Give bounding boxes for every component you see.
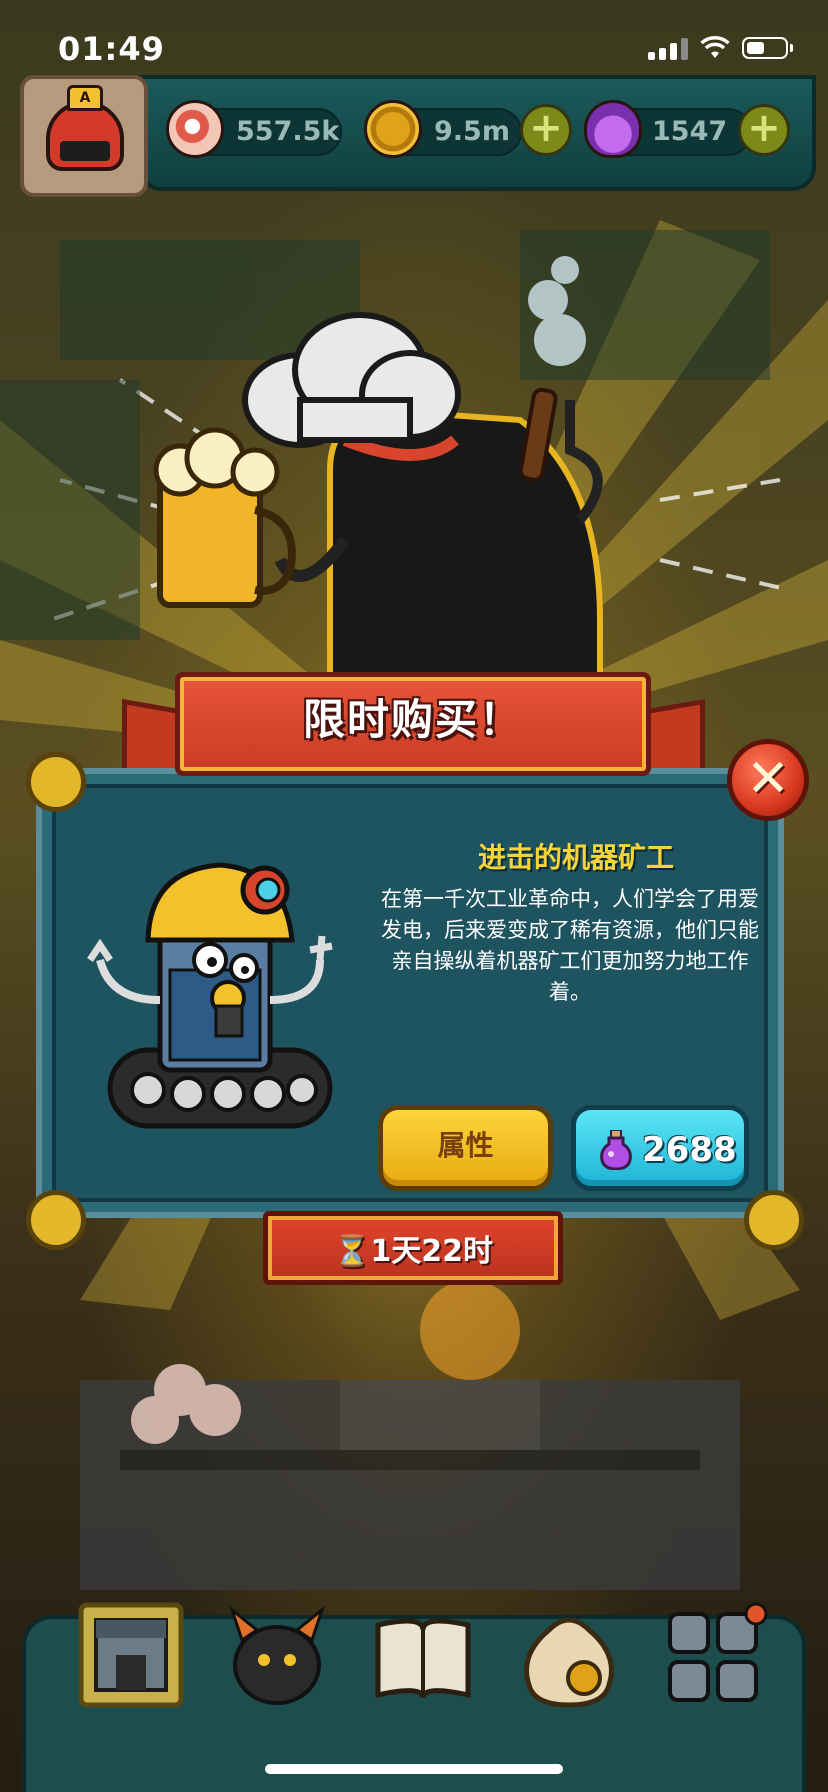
item-title: 进击的机器矿工	[477, 841, 674, 874]
castle-icon[interactable]	[76, 1600, 186, 1710]
buy-button[interactable]: 2688	[571, 1105, 749, 1191]
item-description: 在第一千次工业革命中，人们学会了用爱发电，后来爱变成了稀有资源，他们只能亲自操纵…	[381, 887, 759, 1004]
attributes-button[interactable]: 属性	[378, 1105, 553, 1191]
offer-countdown: ⏳1天22时	[263, 1226, 563, 1270]
price-label: 2688	[642, 1130, 737, 1170]
robot-miner-illustration	[87, 862, 333, 1129]
home-indicator[interactable]	[265, 1764, 563, 1774]
banner-title: 限时购买！	[302, 695, 523, 744]
demon-icon[interactable]	[222, 1600, 332, 1710]
panel-corner-ornament	[26, 752, 86, 812]
book-icon[interactable]	[368, 1600, 478, 1710]
chef-character-illustration	[153, 256, 603, 693]
coin-bag-icon[interactable]	[514, 1600, 624, 1710]
close-button[interactable]: ✕	[727, 739, 809, 821]
panel-corner-ornament	[26, 1190, 86, 1250]
purple-potion-icon	[600, 1130, 632, 1170]
close-icon: ✕	[746, 749, 790, 809]
grid-menu-icon[interactable]	[660, 1600, 770, 1710]
countdown-text: 1天22时	[370, 1234, 493, 1269]
panel-corner-ornament	[744, 1190, 804, 1250]
hourglass-icon: ⏳	[333, 1234, 371, 1269]
